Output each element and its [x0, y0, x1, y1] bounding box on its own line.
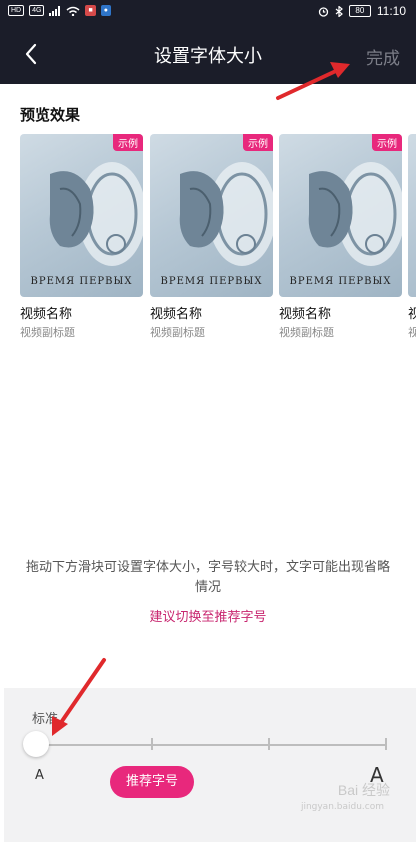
- watermark: Bai 经验: [337, 782, 390, 798]
- annotation-arrows: [52, 62, 350, 736]
- arrow-to-slider-icon: [52, 658, 106, 736]
- watermark-url: jingyan.baidu.com: [300, 802, 384, 812]
- arrow-to-done-icon: [276, 62, 350, 100]
